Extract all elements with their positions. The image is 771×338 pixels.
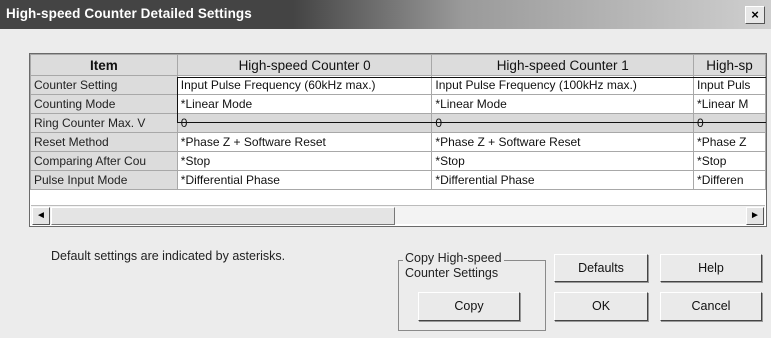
row-label: Pulse Input Mode xyxy=(30,170,178,190)
table-row: Counting Mode *Linear Mode *Linear Mode … xyxy=(30,94,766,114)
table-row: Pulse Input Mode *Differential Phase *Di… xyxy=(30,170,766,190)
table-cell[interactable]: *Linear M xyxy=(693,94,766,114)
table-cell[interactable]: *Linear Mode xyxy=(431,94,695,114)
table-cell[interactable]: Input Pulse Frequency (100kHz max.) xyxy=(431,75,695,95)
table-cell[interactable]: *Stop xyxy=(176,151,433,171)
table-cell: 0 xyxy=(693,113,766,133)
table-row: Comparing After Cou *Stop *Stop *Stop xyxy=(30,151,766,171)
table-cell[interactable]: *Differential Phase xyxy=(176,170,433,190)
help-button[interactable]: Help xyxy=(660,254,762,282)
table-cell[interactable]: Input Puls xyxy=(693,75,766,95)
table-cell: 0 xyxy=(431,113,695,133)
scroll-left-icon[interactable]: ◄ xyxy=(32,207,50,225)
column-header-counter-2: High-sp xyxy=(693,54,766,76)
table-cell[interactable]: Input Pulse Frequency (60kHz max.) xyxy=(176,75,433,95)
column-header-counter-0: High-speed Counter 0 xyxy=(176,54,433,76)
table-cell[interactable]: *Phase Z + Software Reset xyxy=(431,132,695,152)
scroll-right-icon[interactable]: ► xyxy=(746,207,764,225)
table-cell[interactable]: *Linear Mode xyxy=(176,94,433,114)
table-cell[interactable]: *Phase Z xyxy=(693,132,766,152)
scrollbar-thumb[interactable] xyxy=(51,207,395,225)
horizontal-scrollbar[interactable]: ◄ ► xyxy=(31,205,765,225)
table-cell[interactable]: *Phase Z + Software Reset xyxy=(176,132,433,152)
row-label: Ring Counter Max. V xyxy=(30,113,178,133)
default-settings-note: Default settings are indicated by asteri… xyxy=(51,249,286,263)
table-header-row: Item High-speed Counter 0 High-speed Cou… xyxy=(30,54,766,76)
column-header-item: Item xyxy=(30,54,178,76)
settings-grid: Item High-speed Counter 0 High-speed Cou… xyxy=(29,53,767,227)
close-button[interactable]: × xyxy=(745,6,765,24)
table-row: Reset Method *Phase Z + Software Reset *… xyxy=(30,132,766,152)
table-cell[interactable]: *Differen xyxy=(693,170,766,190)
cancel-button[interactable]: Cancel xyxy=(660,292,762,321)
copy-group-label: Copy High-speed Counter Settings xyxy=(403,251,504,281)
defaults-button[interactable]: Defaults xyxy=(554,254,648,282)
table-row: Ring Counter Max. V 0 0 0 xyxy=(30,113,766,133)
window-title: High-speed Counter Detailed Settings xyxy=(6,6,252,21)
row-label: Comparing After Cou xyxy=(30,151,178,171)
table-cell[interactable]: *Stop xyxy=(431,151,695,171)
ok-button[interactable]: OK xyxy=(554,292,648,321)
title-bar: High-speed Counter Detailed Settings × xyxy=(0,0,771,29)
column-header-counter-1: High-speed Counter 1 xyxy=(431,54,695,76)
settings-table: Item High-speed Counter 0 High-speed Cou… xyxy=(30,54,766,190)
row-label: Counting Mode xyxy=(30,94,178,114)
table-row: Counter Setting Input Pulse Frequency (6… xyxy=(30,75,766,95)
copy-button[interactable]: Copy xyxy=(418,292,520,321)
copy-group-label-line1: Copy High-speed xyxy=(405,251,502,265)
table-cell[interactable]: *Stop xyxy=(693,151,766,171)
table-cell: 0 xyxy=(176,113,433,133)
copy-group-label-line2: Counter Settings xyxy=(405,266,499,280)
table-cell[interactable]: *Differential Phase xyxy=(431,170,695,190)
row-label: Counter Setting xyxy=(30,75,178,95)
row-label: Reset Method xyxy=(30,132,178,152)
